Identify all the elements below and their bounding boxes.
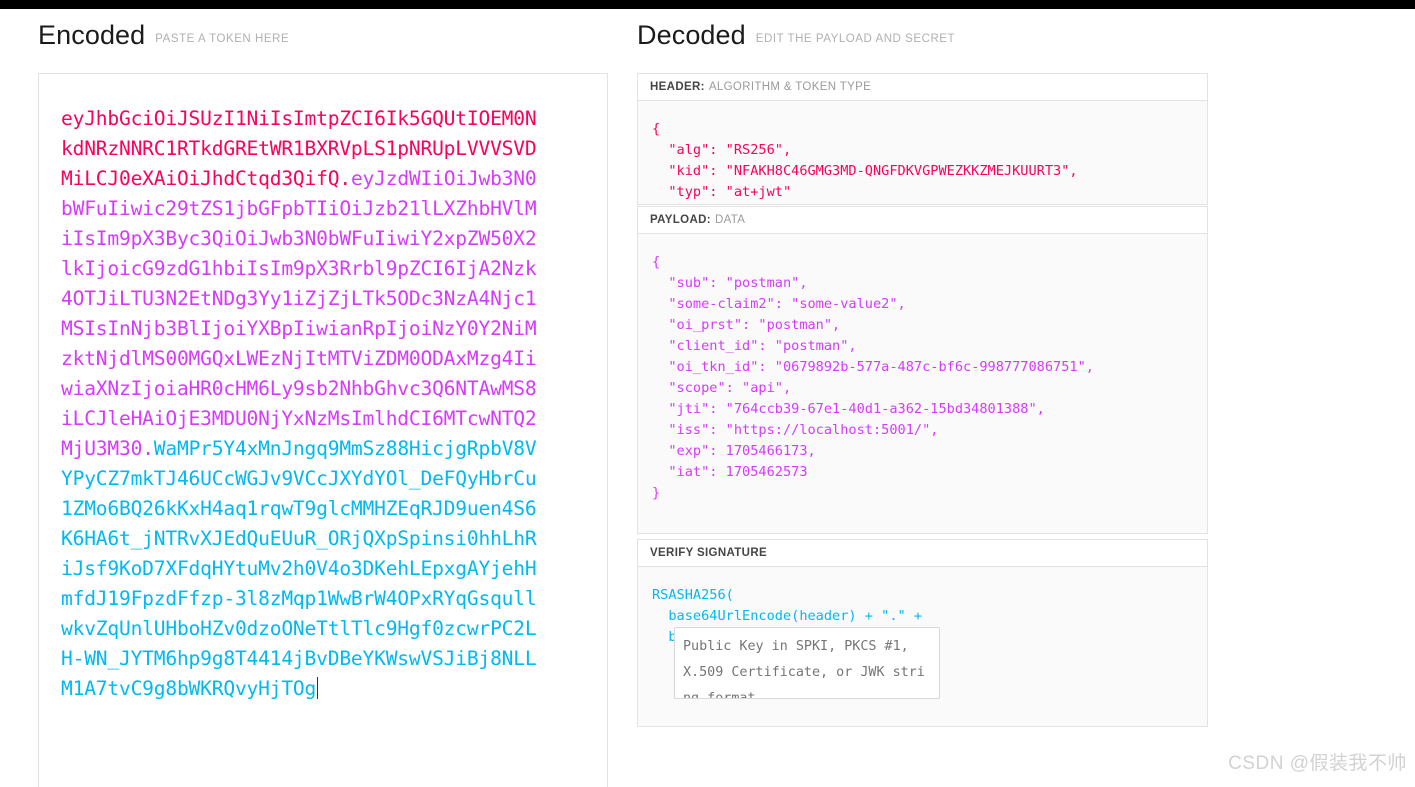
signature-section-label: VERIFY SIGNATURE	[637, 539, 1208, 567]
payload-section: PAYLOAD: DATA { "sub": "postman", "some-c…	[637, 206, 1208, 534]
encoded-token-text[interactable]: eyJhbGciOiJSUzI1NiIsImtpZCI6Ik5GQUtIOEM0…	[61, 104, 539, 704]
payload-section-label: PAYLOAD: DATA	[637, 206, 1208, 234]
payload-json-editor[interactable]: { "sub": "postman", "some-claim2": "some…	[637, 234, 1208, 534]
encoded-subtitle: PASTE A TOKEN HERE	[155, 33, 290, 45]
decoded-panel: HEADER: ALGORITHM & TOKEN TYPE { "alg": "…	[637, 73, 1208, 787]
header-sublabel-text: ALGORITHM & TOKEN TYPE	[708, 81, 872, 93]
signature-section: VERIFY SIGNATURE RSASHA256( base64UrlEnc…	[637, 539, 1208, 727]
top-black-bar	[0, 0, 1415, 9]
public-key-input[interactable]	[674, 627, 940, 699]
header-label-text: HEADER:	[650, 81, 705, 93]
signature-label-text: VERIFY SIGNATURE	[650, 547, 767, 559]
decoded-column-heading: Decoded EDIT THE PAYLOAD AND SECRET	[637, 20, 955, 51]
token-signature-segment: WaMPr5Y4xMnJngq9MmSz88HicjgRpbV8VYPyCZ7m…	[61, 437, 537, 700]
header-section: HEADER: ALGORITHM & TOKEN TYPE { "alg": "…	[637, 73, 1208, 205]
signature-line-1: RSASHA256(	[652, 587, 734, 603]
text-caret	[317, 677, 319, 699]
decoded-subtitle: EDIT THE PAYLOAD AND SECRET	[755, 33, 956, 45]
signature-line-2: base64UrlEncode(header) + "." +	[652, 608, 923, 624]
header-section-label: HEADER: ALGORITHM & TOKEN TYPE	[637, 73, 1208, 101]
token-separator-1: .	[339, 167, 351, 190]
token-separator-2: .	[142, 437, 154, 460]
jwt-debugger-page: Encoded PASTE A TOKEN HERE eyJhbGciOiJSUz…	[0, 9, 1415, 787]
encoded-column-heading: Encoded PASTE A TOKEN HERE	[38, 20, 289, 51]
payload-label-text: PAYLOAD:	[650, 214, 711, 226]
decoded-title: Decoded	[637, 20, 746, 50]
encoded-token-panel[interactable]: eyJhbGciOiJSUzI1NiIsImtpZCI6Ik5GQUtIOEM0…	[38, 73, 608, 787]
csdn-watermark: CSDN @假装我不帅	[1228, 753, 1407, 774]
encoded-title: Encoded	[38, 20, 146, 50]
token-payload-segment: eyJzdWIiOiJwb3N0bWFuIiwic29tZS1jbGFpbTIi…	[61, 167, 537, 460]
signature-formula: RSASHA256( base64UrlEncode(header) + "."…	[637, 567, 1208, 727]
payload-sublabel-text: DATA	[714, 214, 746, 226]
header-json-editor[interactable]: { "alg": "RS256", "kid": "NFAKH8C46GMG3M…	[637, 101, 1208, 205]
